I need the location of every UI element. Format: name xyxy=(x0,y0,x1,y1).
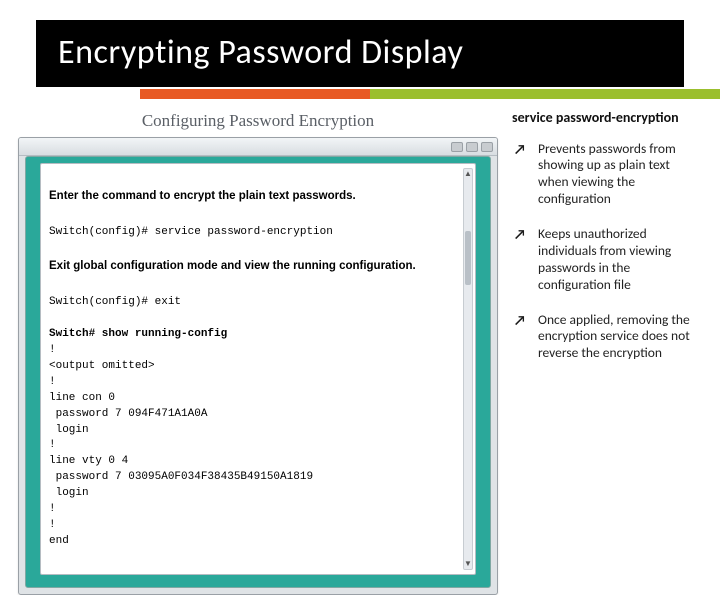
cli-line: login xyxy=(49,424,89,436)
cli-line: Switch# show running-config xyxy=(49,328,227,340)
cli-line: password 7 094F471A1A0A xyxy=(49,408,207,420)
accent-stripe xyxy=(0,89,720,99)
cli-line: password 7 03095A0F034F38435B49150A1819 xyxy=(49,471,313,483)
cli-line: Switch(config)# exit xyxy=(49,296,181,308)
terminal-window: Enter the command to encrypt the plain t… xyxy=(18,137,498,595)
content-area: Configuring Password Encryption Enter th… xyxy=(0,99,720,595)
scrollbar[interactable]: ▲ ▼ xyxy=(463,168,473,570)
cli-line: ! xyxy=(49,344,56,356)
instruction-text: Enter the command to encrypt the plain t… xyxy=(49,188,459,205)
cli-line: ! xyxy=(49,439,56,451)
section-heading: service password-encryption xyxy=(512,109,692,127)
cli-line: <output omitted> xyxy=(49,360,155,372)
cli-line: line vty 0 4 xyxy=(49,455,128,467)
window-titlebar xyxy=(19,138,497,156)
scroll-thumb[interactable] xyxy=(465,231,471,285)
cli-line: line con 0 xyxy=(49,392,115,404)
console-output: Enter the command to encrypt the plain t… xyxy=(41,164,475,574)
cli-line: Switch(config)# service password-encrypt… xyxy=(49,226,333,238)
bullet-list: Prevents passwords from showing up as pl… xyxy=(512,141,692,363)
close-icon xyxy=(481,142,493,152)
cli-line: ! xyxy=(49,519,56,531)
teal-header-bar: Enter the command to encrypt the plain t… xyxy=(25,156,491,588)
slide-title: Encrypting Password Display xyxy=(36,20,684,87)
cli-line: end xyxy=(49,535,69,547)
scroll-up-icon[interactable]: ▲ xyxy=(464,169,472,179)
scroll-down-icon[interactable]: ▼ xyxy=(464,559,472,569)
maximize-icon xyxy=(466,142,478,152)
console-panel: Enter the command to encrypt the plain t… xyxy=(40,163,476,575)
list-item: Once applied, removing the encryption se… xyxy=(512,312,692,363)
minimize-icon xyxy=(451,142,463,152)
instruction-text: Exit global configuration mode and view … xyxy=(49,258,459,275)
cli-line: login xyxy=(49,487,89,499)
cli-line: ! xyxy=(49,376,56,388)
list-item: Keeps unauthorized individuals from view… xyxy=(512,226,692,294)
right-column: service password-encryption Prevents pas… xyxy=(512,107,692,595)
cli-line: ! xyxy=(49,503,56,515)
list-item: Prevents passwords from showing up as pl… xyxy=(512,141,692,209)
config-title: Configuring Password Encryption xyxy=(18,107,498,137)
left-column: Configuring Password Encryption Enter th… xyxy=(18,107,498,595)
